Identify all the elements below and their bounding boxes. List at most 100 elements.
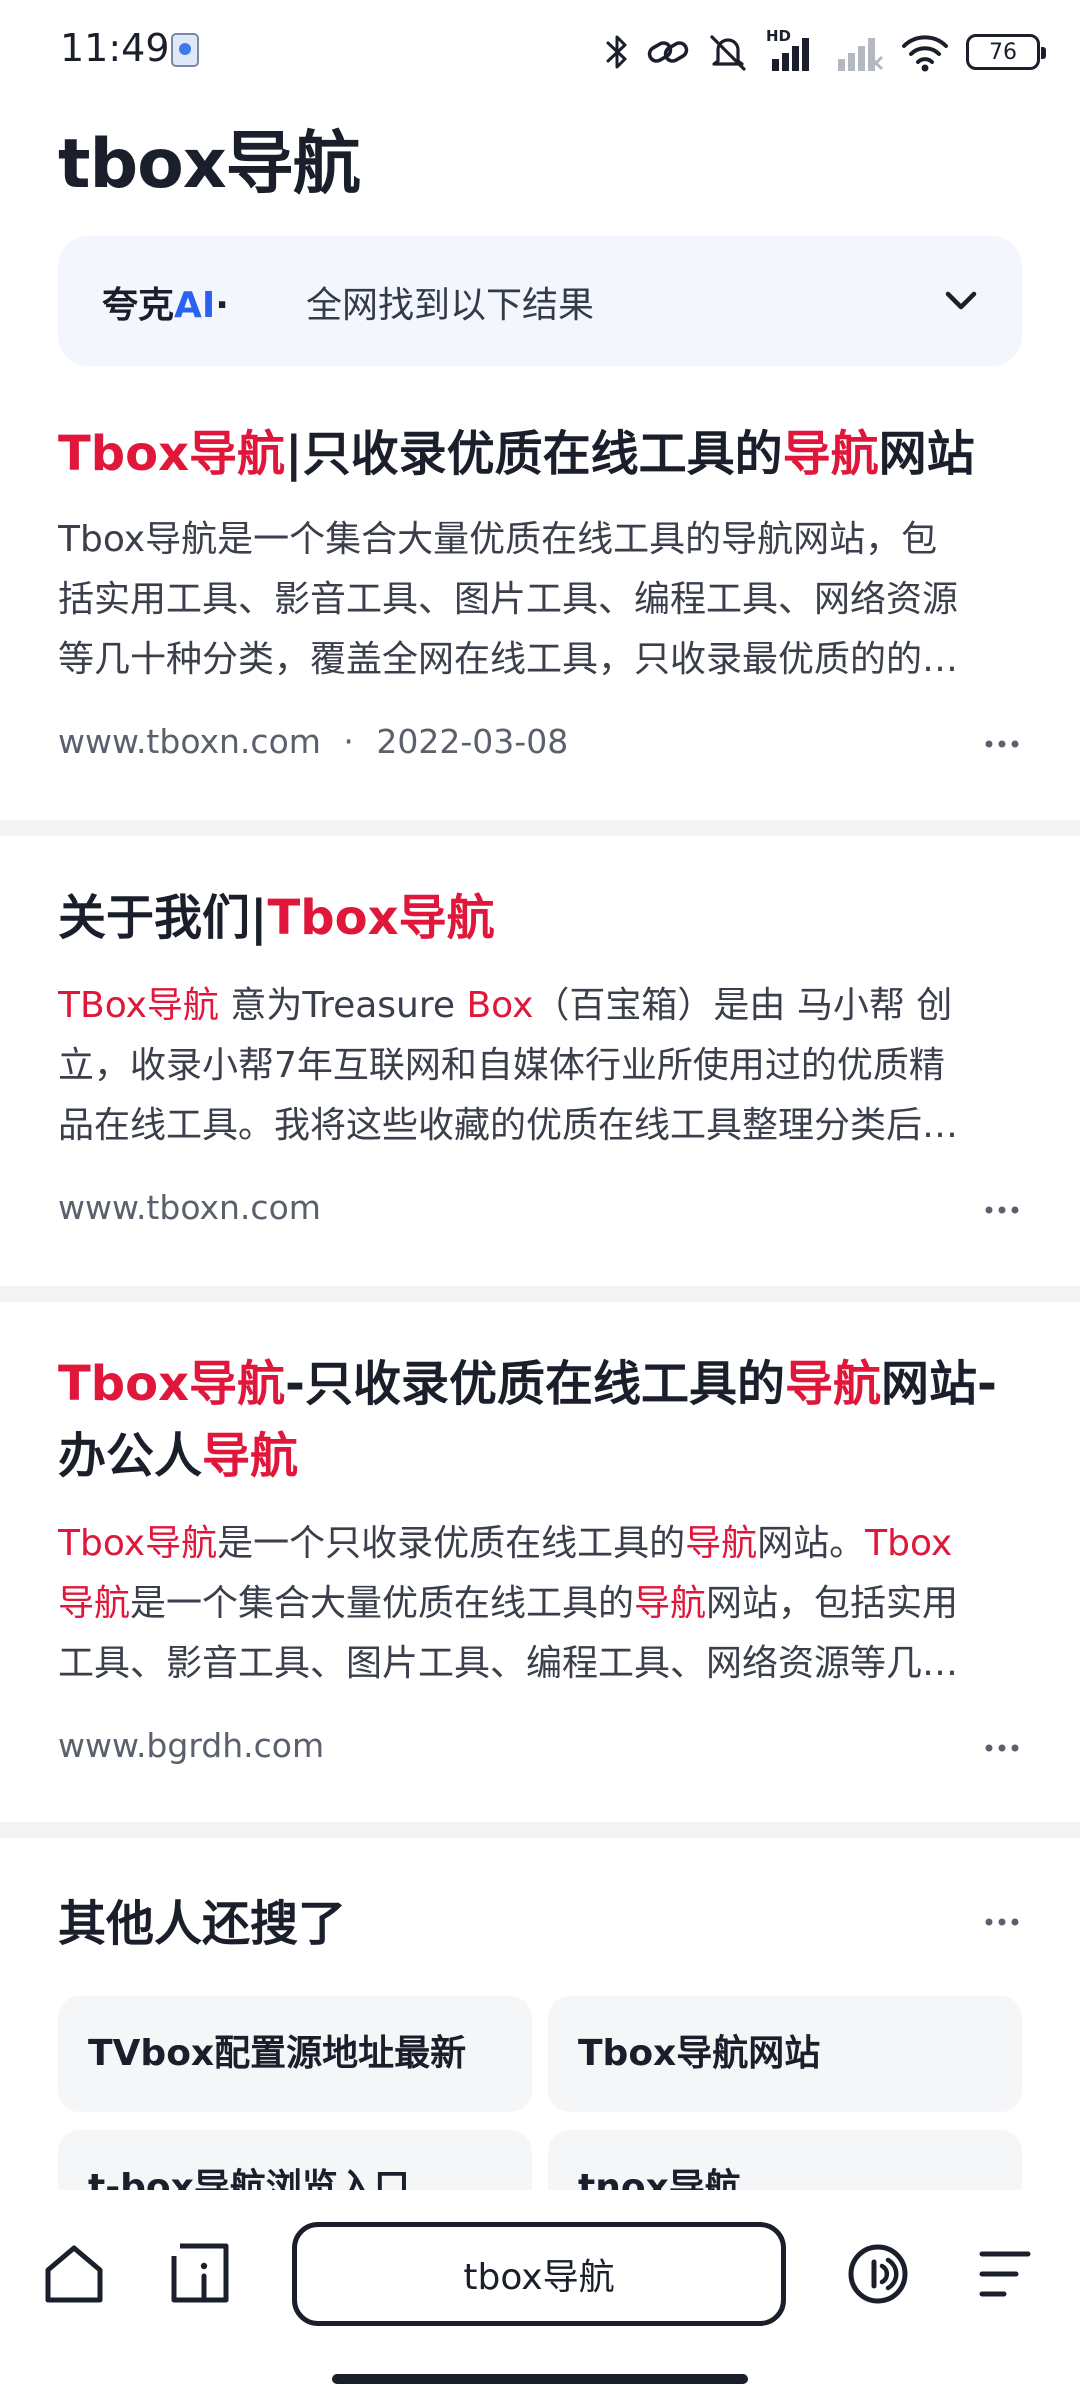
- text-segment: 是一个集合大量优质在线工具的: [130, 1583, 635, 1624]
- text-line: 品在线工具。我将这些收藏的优质在线工具整理分类后…: [58, 1096, 1024, 1156]
- highlighted-term: 导航: [634, 1583, 707, 1624]
- ai-brand-main: 夸克: [102, 285, 175, 326]
- battery-level: 76: [989, 39, 1017, 65]
- battery-indicator: 76: [966, 34, 1046, 70]
- text-segment: 网站-: [881, 1356, 997, 1412]
- tabs-icon[interactable]: [168, 2242, 232, 2306]
- text-line: 导航是一个集合大量优质在线工具的导航网站，包括实用: [58, 1574, 1024, 1634]
- result-card[interactable]: Tbox导航|只收录优质在线工具的导航网站 Tbox导航是一个集合大量优质在线工…: [0, 400, 1080, 820]
- related-searches-title: 其他人还搜了: [58, 1896, 347, 1952]
- status-icons: HD 76: [604, 27, 1046, 76]
- highlighted-term: Tbox: [865, 1523, 953, 1564]
- highlighted-term: Box: [466, 985, 534, 1026]
- text-segment: Tbox导航是一个集合大量优质在线工具的导航网站，包: [58, 519, 938, 560]
- text-segment: 括实用工具、影音工具、图片工具、编程工具、网络资源: [58, 579, 959, 620]
- text-line: Tbox导航-只收录优质在线工具的导航网站-: [58, 1348, 1028, 1420]
- text-segment: 工具、影音工具、图片工具、编程工具、网络资源等几…: [58, 1643, 959, 1684]
- related-search-chip[interactable]: Tbox导航网站: [548, 1996, 1022, 2112]
- text-line: 等几十种分类，覆盖全网在线工具，只收录最优质的的…: [58, 630, 1024, 690]
- more-icon[interactable]: [984, 1916, 1020, 1928]
- text-segment: 关于我们|: [58, 890, 268, 946]
- result-snippet: Tbox导航是一个只收录优质在线工具的导航网站。Tbox 导航是一个集合大量优质在…: [58, 1514, 1024, 1694]
- section-divider: [0, 1286, 1080, 1302]
- notification-app-icon: [171, 33, 199, 67]
- result-title[interactable]: Tbox导航|只收录优质在线工具的导航网站: [58, 418, 1028, 490]
- related-search-chip[interactable]: TVbox配置源地址最新: [58, 1996, 532, 2112]
- text-line: 关于我们|Tbox导航: [58, 882, 1028, 954]
- text-line: 办公人导航: [58, 1420, 1028, 1492]
- result-meta: www.bgrdh.com: [58, 1726, 324, 1765]
- text-line: 括实用工具、影音工具、图片工具、编程工具、网络资源: [58, 570, 1024, 630]
- result-site: www.bgrdh.com: [58, 1726, 325, 1765]
- more-icon[interactable]: [984, 738, 1020, 750]
- highlighted-term: Tbox导航: [58, 1356, 286, 1412]
- menu-icon[interactable]: [972, 2242, 1036, 2306]
- highlighted-term: 导航: [685, 1523, 758, 1564]
- chevron-down-icon[interactable]: [940, 280, 982, 322]
- mute-alarm-icon: [710, 35, 746, 71]
- result-card[interactable]: Tbox导航-只收录优质在线工具的导航网站- 办公人导航 Tbox导航是一个只收录…: [0, 1302, 1080, 1822]
- text-segment: 等几十种分类，覆盖全网在线工具，只收录最优质的的…: [58, 639, 959, 680]
- highlighted-term: TBox导航: [58, 985, 219, 1026]
- bluetooth-icon: [606, 35, 627, 69]
- highlighted-term: 导航: [58, 1583, 131, 1624]
- highlighted-term: 导航: [782, 426, 879, 482]
- result-snippet: TBox导航 意为Treasure Box（百宝箱）是由 马小帮 创立，收录小帮…: [58, 976, 1024, 1156]
- home-icon[interactable]: [42, 2242, 106, 2306]
- text-line: TBox导航 意为Treasure Box（百宝箱）是由 马小帮 创: [58, 976, 1024, 1036]
- highlighted-term: 导航: [202, 1428, 299, 1484]
- address-bar[interactable]: tbox导航: [292, 2222, 786, 2326]
- more-icon[interactable]: [984, 1742, 1020, 1754]
- signal-primary: HD: [766, 27, 818, 73]
- query-title: tbox导航: [58, 125, 361, 204]
- result-title[interactable]: Tbox导航-只收录优质在线工具的导航网站- 办公人导航: [58, 1348, 1028, 1492]
- result-site: www.tboxn.com: [58, 722, 321, 761]
- cell-signal-icon: [772, 38, 809, 71]
- cell-signal-secondary-icon: [838, 38, 884, 71]
- text-segment: |只收录优质在线工具的: [285, 426, 783, 482]
- ai-brand-separator: ·: [215, 285, 229, 326]
- text-segment: 网站: [878, 426, 975, 482]
- section-divider: [0, 1822, 1080, 1838]
- text-segment: 是一个只收录优质在线工具的: [217, 1523, 686, 1564]
- text-segment: 意为Treasure: [218, 985, 467, 1026]
- text-line: Tbox导航是一个集合大量优质在线工具的导航网站，包: [58, 510, 1024, 570]
- result-card[interactable]: 关于我们|Tbox导航 TBox导航 意为Treasure Box（百宝箱）是由…: [0, 836, 1080, 1286]
- address-bar-text: tbox导航: [463, 2257, 615, 2298]
- text-segment: -只收录优质在线工具的: [285, 1356, 785, 1412]
- text-line: 立，收录小帮7年互联网和自媒体行业所使用过的优质精: [58, 1036, 1024, 1096]
- text-segment: 品在线工具。我将这些收藏的优质在线工具整理分类后…: [58, 1105, 959, 1146]
- text-segment: 网站，包括实用: [706, 1583, 959, 1624]
- status-bar: 11:49 HD 76: [0, 0, 1080, 100]
- result-snippet: Tbox导航是一个集合大量优质在线工具的导航网站，包 括实用工具、影音工具、图片工…: [58, 510, 1024, 690]
- result-site: www.tboxn.com: [58, 1188, 321, 1227]
- text-segment: 立，收录小帮7年互联网和自媒体行业所使用过的优质精: [58, 1045, 945, 1086]
- result-meta: www.tboxn.com: [58, 1188, 321, 1227]
- link-icon: [647, 41, 689, 63]
- voice-icon[interactable]: [846, 2242, 910, 2306]
- ai-brand: 夸克AI·: [102, 276, 229, 328]
- highlighted-term: Tbox导航: [267, 890, 495, 946]
- more-icon[interactable]: [984, 1204, 1020, 1216]
- text-line: Tbox导航|只收录优质在线工具的导航网站: [58, 418, 1028, 490]
- status-time: 11:49: [60, 26, 170, 70]
- home-indicator[interactable]: [332, 2374, 748, 2384]
- wifi-icon: [902, 35, 948, 72]
- ai-subtitle: 全网找到以下结果: [306, 285, 595, 326]
- text-segment: 办公人: [58, 1428, 203, 1484]
- search-results-page: 11:49 HD 76 tbox导航 夸克AI· 全网找到以下结果 Tbox导航…: [0, 0, 1080, 2400]
- text-segment: （百宝箱）是由 马小帮 创: [533, 985, 953, 1026]
- result-meta: www.tboxn.com · 2022-03-08: [58, 722, 568, 761]
- text-line: 工具、影音工具、图片工具、编程工具、网络资源等几…: [58, 1634, 1024, 1694]
- result-date: 2022-03-08: [376, 722, 569, 761]
- ai-brand-accent: AI: [174, 285, 216, 326]
- section-divider: [0, 820, 1080, 836]
- highlighted-term: 导航: [784, 1356, 881, 1412]
- text-segment: 网站。: [757, 1523, 866, 1564]
- result-meta-separator: ·: [343, 722, 354, 761]
- result-title[interactable]: 关于我们|Tbox导航: [58, 882, 1028, 954]
- highlighted-term: Tbox导航: [58, 426, 286, 482]
- ai-summary-box[interactable]: 夸克AI· 全网找到以下结果: [58, 236, 1022, 366]
- text-line: Tbox导航是一个只收录优质在线工具的导航网站。Tbox: [58, 1514, 1024, 1574]
- highlighted-term: Tbox导航: [58, 1523, 218, 1564]
